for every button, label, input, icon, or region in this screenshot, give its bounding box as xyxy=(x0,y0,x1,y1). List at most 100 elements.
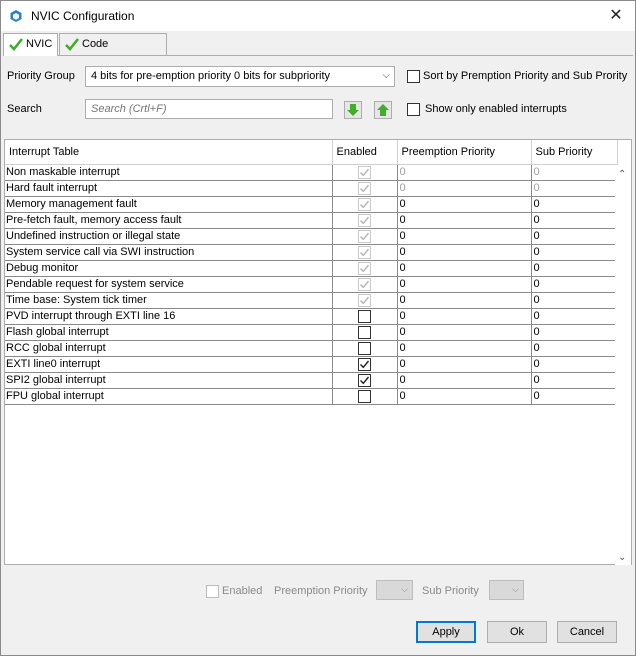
enabled-checkbox xyxy=(357,213,371,227)
interrupt-name-cell: Undefined instruction or illegal state xyxy=(5,228,333,245)
priority-group-select[interactable]: 4 bits for pre-emption priority 0 bits f… xyxy=(85,66,395,87)
search-next-button[interactable] xyxy=(344,101,362,119)
enabled-checkbox xyxy=(357,165,371,179)
enabled-checkbox[interactable] xyxy=(357,341,371,355)
chevron-down-icon: ⌵ xyxy=(382,70,390,81)
enabled-checkbox[interactable] xyxy=(357,309,371,323)
table-row[interactable]: Memory management fault 0 0 xyxy=(5,196,618,213)
detail-enabled-checkbox[interactable] xyxy=(206,585,219,598)
sub-priority-cell[interactable]: 0 xyxy=(531,228,618,245)
enabled-cell xyxy=(332,180,398,197)
detail-preemption-select[interactable]: ⌵ xyxy=(376,580,413,600)
scroll-up-icon[interactable]: ⌃ xyxy=(618,169,626,180)
enabled-checkbox[interactable] xyxy=(357,357,371,371)
interrupt-name-cell: Time base: System tick timer xyxy=(5,292,333,309)
sub-priority-cell[interactable]: 0 xyxy=(531,164,618,181)
preemption-priority-cell[interactable]: 0 xyxy=(397,292,532,309)
preemption-priority-cell[interactable]: 0 xyxy=(397,276,532,293)
table-row[interactable]: Pre-fetch fault, memory access fault 0 0 xyxy=(5,212,618,229)
close-button[interactable]: ✕ xyxy=(605,5,627,27)
tab-nvic[interactable]: NVIC xyxy=(3,33,58,56)
table-row[interactable]: Pendable request for system service 0 0 xyxy=(5,276,618,293)
preemption-priority-cell[interactable]: 0 xyxy=(397,228,532,245)
sub-priority-cell[interactable]: 0 xyxy=(531,260,618,277)
column-header-enabled[interactable]: Enabled xyxy=(332,140,398,165)
checkmark-icon xyxy=(359,280,369,288)
preemption-priority-cell[interactable]: 0 xyxy=(397,244,532,261)
sub-priority-cell[interactable]: 0 xyxy=(531,292,618,309)
tab-code-generation[interactable]: Code generation xyxy=(59,33,167,70)
apply-button[interactable]: Apply xyxy=(416,621,476,643)
checkmark-icon xyxy=(359,248,369,256)
preemption-priority-cell[interactable]: 0 xyxy=(397,340,532,357)
enabled-checkbox xyxy=(357,293,371,307)
enabled-cell xyxy=(332,276,398,293)
sub-priority-cell[interactable]: 0 xyxy=(531,276,618,293)
sub-priority-cell[interactable]: 0 xyxy=(531,372,618,389)
sort-priority-checkbox[interactable] xyxy=(407,70,420,83)
checkmark-icon xyxy=(359,296,369,304)
table-row[interactable]: System service call via SWI instruction 0… xyxy=(5,244,618,261)
search-input[interactable] xyxy=(85,99,333,119)
table-row[interactable]: Flash global interrupt 0 0 xyxy=(5,324,618,341)
green-check-icon xyxy=(9,38,24,51)
table-row[interactable]: FPU global interrupt 0 0 xyxy=(5,388,618,405)
cancel-button[interactable]: Cancel xyxy=(557,621,617,643)
checkmark-icon xyxy=(359,200,369,208)
checkmark-icon xyxy=(359,376,369,384)
preemption-priority-cell[interactable]: 0 xyxy=(397,212,532,229)
table-row[interactable]: Undefined instruction or illegal state 0 0 xyxy=(5,228,618,245)
table-row[interactable]: PVD interrupt through EXTI line 16 0 0 xyxy=(5,308,618,325)
interrupt-name-cell: Pendable request for system service xyxy=(5,276,333,293)
sub-priority-cell[interactable]: 0 xyxy=(531,324,618,341)
preemption-priority-cell[interactable]: 0 xyxy=(397,260,532,277)
green-arrow-up-icon xyxy=(377,104,389,116)
column-header-interrupt-table[interactable]: Interrupt Table xyxy=(5,140,333,165)
enabled-checkbox xyxy=(357,245,371,259)
preemption-priority-cell[interactable]: 0 xyxy=(397,356,532,373)
preemption-priority-cell[interactable]: 0 xyxy=(397,196,532,213)
search-previous-button[interactable] xyxy=(374,101,392,119)
enabled-cell xyxy=(332,244,398,261)
ok-button[interactable]: Ok xyxy=(487,621,547,643)
sub-priority-cell[interactable]: 0 xyxy=(531,308,618,325)
sub-priority-cell[interactable]: 0 xyxy=(531,388,618,405)
column-header-sub-priority[interactable]: Sub Priority xyxy=(531,140,618,165)
sub-priority-cell[interactable]: 0 xyxy=(531,196,618,213)
interrupt-name-cell: Hard fault interrupt xyxy=(5,180,333,197)
interrupt-name-cell: FPU global interrupt xyxy=(5,388,333,405)
table-row[interactable]: SPI2 global interrupt 0 0 xyxy=(5,372,618,389)
enabled-cell xyxy=(332,196,398,213)
preemption-priority-cell[interactable]: 0 xyxy=(397,388,532,405)
enabled-checkbox[interactable] xyxy=(357,373,371,387)
enabled-cell xyxy=(332,340,398,357)
sub-priority-cell[interactable]: 0 xyxy=(531,356,618,373)
detail-sub-priority-select[interactable]: ⌵ xyxy=(489,580,524,600)
preemption-priority-cell[interactable]: 0 xyxy=(397,308,532,325)
preemption-priority-cell[interactable]: 0 xyxy=(397,180,532,197)
preemption-priority-cell[interactable]: 0 xyxy=(397,164,532,181)
table-row[interactable]: RCC global interrupt 0 0 xyxy=(5,340,618,357)
table-row[interactable]: EXTI line0 interrupt 0 0 xyxy=(5,356,618,373)
preemption-priority-cell[interactable]: 0 xyxy=(397,372,532,389)
sub-priority-cell[interactable]: 0 xyxy=(531,244,618,261)
table-row[interactable]: Debug monitor 0 0 xyxy=(5,260,618,277)
enabled-checkbox[interactable] xyxy=(357,389,371,403)
enabled-cell xyxy=(332,260,398,277)
sub-priority-cell[interactable]: 0 xyxy=(531,180,618,197)
table-row[interactable]: Hard fault interrupt 0 0 xyxy=(5,180,618,197)
table-row[interactable]: Non maskable interrupt 0 0 xyxy=(5,164,618,181)
sub-priority-cell[interactable]: 0 xyxy=(531,212,618,229)
enabled-checkbox[interactable] xyxy=(357,325,371,339)
sub-priority-cell[interactable]: 0 xyxy=(531,340,618,357)
vertical-scrollbar[interactable]: ⌃ ⌄ xyxy=(615,165,631,565)
title-bar: NVIC Configuration ✕ xyxy=(1,1,635,31)
column-header-preemption-priority[interactable]: Preemption Priority xyxy=(397,140,532,165)
scroll-down-icon[interactable]: ⌄ xyxy=(618,552,626,563)
preemption-priority-cell[interactable]: 0 xyxy=(397,324,532,341)
checkmark-icon xyxy=(359,360,369,368)
search-label: Search xyxy=(7,103,42,115)
show-enabled-checkbox[interactable] xyxy=(407,103,420,116)
table-row[interactable]: Time base: System tick timer 0 0 xyxy=(5,292,618,309)
enabled-checkbox xyxy=(357,277,371,291)
